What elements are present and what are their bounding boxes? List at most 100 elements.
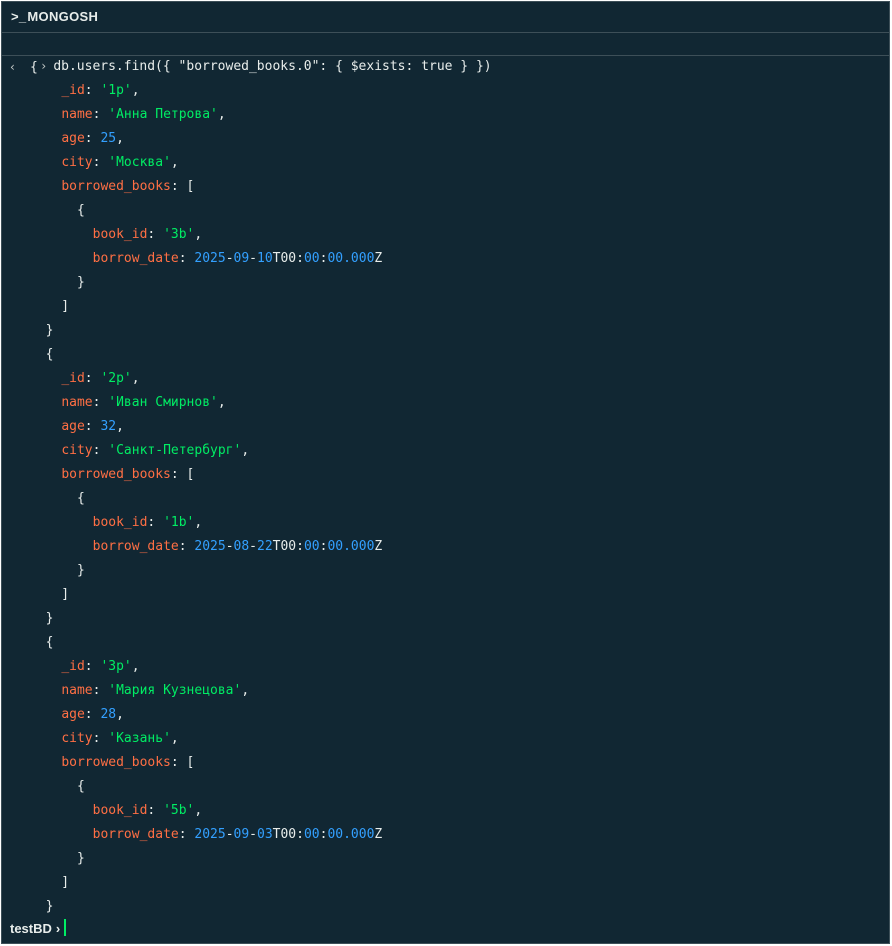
output-line: { (30, 779, 85, 794)
output-line: _id: '2p', (61, 371, 140, 386)
output-line: book_id: '5b', (92, 803, 203, 818)
field-value: '1p' (100, 83, 132, 98)
output-line: borrowed_books: [ (61, 467, 195, 482)
field-key: _id (61, 659, 85, 674)
field-value: 'Анна Петрова' (108, 107, 218, 122)
output-line: } (30, 851, 85, 866)
mongosh-shell[interactable]: >_MONGOSH › db.users.find({ "borrowed_boo… (1, 1, 890, 944)
shell-title: MONGOSH (27, 9, 99, 24)
output-line: borrowed_books: [ (61, 179, 195, 194)
field-key: borrow_date (92, 539, 179, 554)
field-value: 32 (100, 419, 117, 434)
output-line: { (30, 491, 85, 506)
output-line: name: 'Иван Смирнов', (61, 395, 226, 410)
output-line: city: 'Санкт-Петербург', (61, 443, 250, 458)
date-month: 09 (233, 827, 250, 842)
date-second: 00.000 (327, 827, 375, 842)
output-line: book_id: '1b', (92, 515, 203, 530)
date-hour: 00 (280, 539, 297, 554)
field-key: borrow_date (92, 251, 179, 266)
output-line: ] (30, 299, 70, 314)
date-second: 00.000 (327, 539, 375, 554)
field-key: _id (61, 83, 85, 98)
date-minute: 00 (303, 251, 320, 266)
output-line: borrow_date: 2025-08-22T00:00:00.000Z (92, 539, 383, 554)
result-chevron-icon: ‹ (10, 60, 15, 74)
prompt-chevron-icon: › (55, 921, 61, 936)
field-key: name (61, 395, 93, 410)
field-key: borrowed_books (61, 755, 171, 770)
output-line: borrow_date: 2025-09-03T00:00:00.000Z (92, 827, 383, 842)
text-cursor[interactable] (64, 919, 67, 936)
field-value: 28 (100, 707, 117, 722)
output-line: ‹{ (2, 55, 889, 79)
field-key: borrowed_books (61, 179, 171, 194)
date-month: 09 (233, 251, 250, 266)
shell-title-bar: >_MONGOSH (2, 2, 889, 30)
output-line: age: 25, (61, 131, 124, 146)
output-line: } (30, 323, 54, 338)
field-value: '3b' (163, 227, 195, 242)
field-value: '5b' (163, 803, 195, 818)
date-year: 2025 (194, 251, 226, 266)
output-line: } (30, 611, 54, 626)
field-key: borrow_date (92, 827, 179, 842)
output-line: age: 28, (61, 707, 124, 722)
field-value: 'Мария Кузнецова' (108, 683, 242, 698)
date-day: 10 (257, 251, 273, 266)
output-line: borrow_date: 2025-09-10T00:00:00.000Z (92, 251, 383, 266)
output-line: { (30, 203, 85, 218)
field-key: city (61, 443, 93, 458)
field-key: book_id (92, 515, 148, 530)
output-line: ] (30, 587, 70, 602)
field-value: '1b' (163, 515, 195, 530)
field-key: name (61, 107, 93, 122)
output-line: } (30, 563, 85, 578)
field-value: 'Иван Смирнов' (108, 395, 218, 410)
query-output: ‹{ _id: '1p', name: 'Анна Петрова', age:… (2, 55, 889, 919)
output-line: { (30, 635, 54, 650)
date-day: 22 (257, 539, 273, 554)
command-line: › db.users.find({ "borrowed_books.0": { $… (2, 32, 889, 74)
output-line: city: 'Казань', (61, 731, 179, 746)
output-line: { (30, 347, 54, 362)
shell-prompt[interactable]: testBD › (2, 917, 889, 941)
field-value: 25 (100, 131, 117, 146)
date-year: 2025 (194, 539, 226, 554)
date-month: 08 (233, 539, 250, 554)
field-key: name (61, 683, 93, 698)
field-key: city (61, 731, 93, 746)
terminal-icon: >_ (11, 9, 27, 24)
field-value: 'Москва' (108, 155, 171, 170)
date-hour: 00 (280, 251, 297, 266)
field-key: book_id (92, 803, 148, 818)
field-key: _id (61, 371, 85, 386)
output-line: book_id: '3b', (92, 227, 203, 242)
date-hour: 00 (280, 827, 297, 842)
field-value: 'Казань' (108, 731, 171, 746)
output-line: city: 'Москва', (61, 155, 179, 170)
output-line: } (30, 275, 85, 290)
field-key: book_id (92, 227, 148, 242)
field-key: age (61, 131, 85, 146)
field-key: age (61, 707, 85, 722)
output-line: borrowed_books: [ (61, 755, 195, 770)
date-year: 2025 (194, 827, 226, 842)
output-line: _id: '3p', (61, 659, 140, 674)
date-minute: 00 (303, 539, 320, 554)
date-day: 03 (257, 827, 273, 842)
field-key: city (61, 155, 93, 170)
output-line: name: 'Анна Петрова', (61, 107, 226, 122)
output-line: name: 'Мария Кузнецова', (61, 683, 250, 698)
date-minute: 00 (303, 827, 320, 842)
field-key: age (61, 419, 85, 434)
output-line: ] (30, 875, 70, 890)
field-value: '2p' (100, 371, 132, 386)
field-value: '3p' (100, 659, 132, 674)
output-line: } (30, 899, 54, 914)
output-line: _id: '1p', (61, 83, 140, 98)
output-line: age: 32, (61, 419, 124, 434)
date-second: 00.000 (327, 251, 375, 266)
field-value: 'Санкт-Петербург' (108, 443, 242, 458)
prompt-db-name: testBD (10, 921, 52, 936)
